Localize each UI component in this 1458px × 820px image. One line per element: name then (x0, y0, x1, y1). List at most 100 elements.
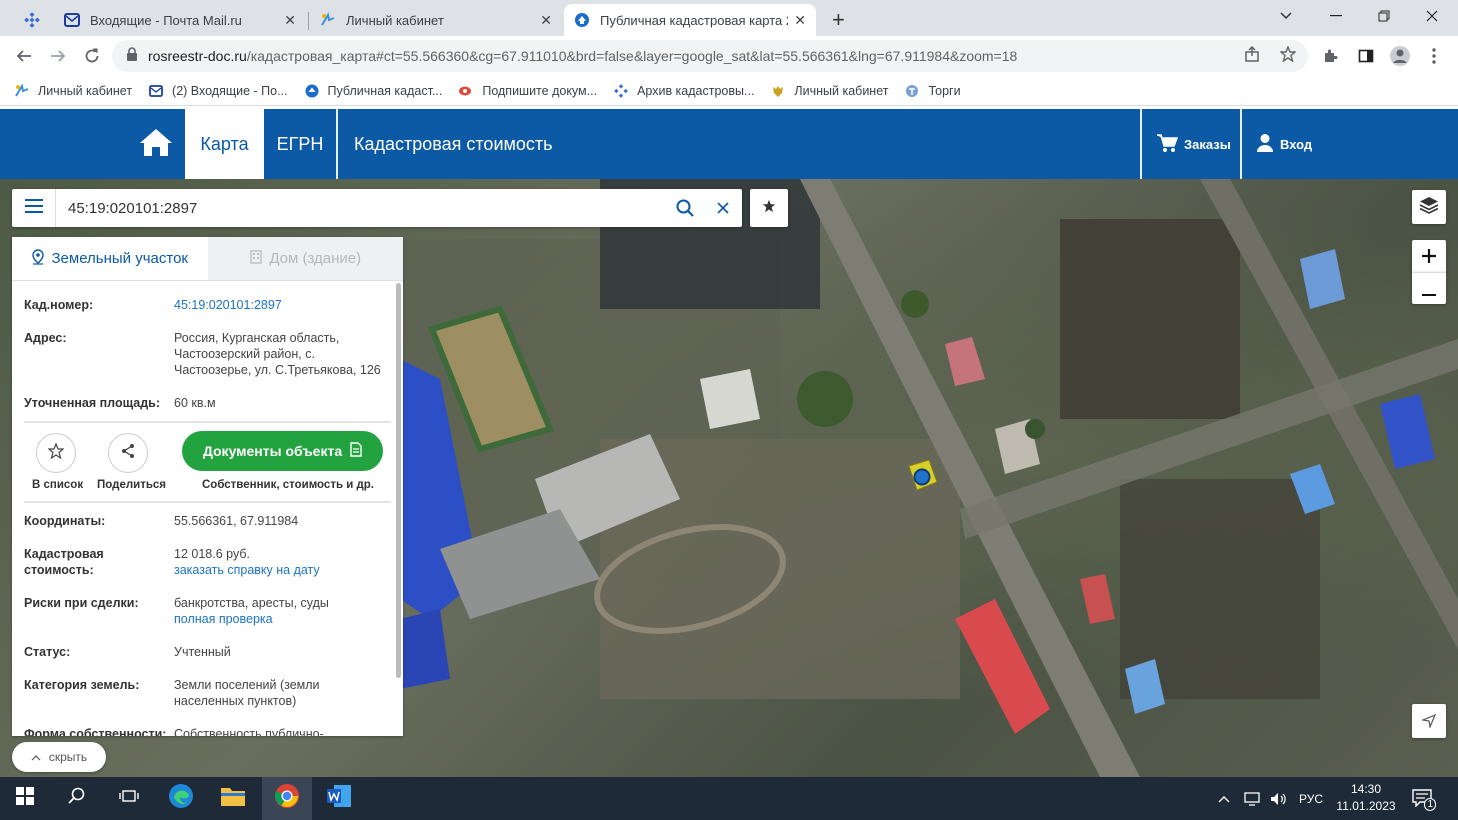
tab-mail[interactable]: Входящие - Почта Mail.ru ✕ (54, 4, 306, 36)
taskbar-chrome[interactable] (262, 777, 312, 820)
close-icon[interactable]: ✕ (794, 12, 806, 29)
location-pin-icon (31, 248, 45, 269)
login-label: Вход (1280, 136, 1313, 152)
menu-button[interactable] (12, 189, 56, 227)
bookmark-item[interactable]: (2) Входящие - По... (148, 83, 288, 99)
hide-panel-button[interactable]: скрыть (12, 742, 106, 772)
notifications-button[interactable]: 1 (1412, 777, 1436, 820)
lock-icon[interactable] (126, 46, 138, 66)
bookmark-star-icon[interactable] (1279, 45, 1297, 66)
bookmark-item[interactable]: Личный кабинет (14, 83, 132, 99)
bookmark-label: Подпишите докум... (482, 83, 598, 98)
address-value: Россия, Курганская область, Частоозерски… (174, 331, 381, 377)
share-button[interactable] (108, 433, 148, 473)
restore-button[interactable] (1360, 0, 1408, 32)
tab-building[interactable]: Дом (здание) (207, 237, 403, 280)
share-page-icon[interactable] (1244, 45, 1260, 66)
clear-search-icon[interactable] (704, 189, 742, 227)
new-tab-button[interactable]: + (822, 4, 856, 36)
cad-number-link[interactable]: 45:19:020101:2897 (174, 297, 391, 313)
close-icon[interactable]: ✕ (284, 12, 296, 29)
tab-separator (308, 12, 309, 30)
geolocation-button[interactable] (1412, 704, 1446, 738)
system-clock[interactable]: 14:30 11.01.2023 (1334, 781, 1398, 815)
notification-icon: 1 (1412, 788, 1436, 811)
status-value: Учтенный (174, 645, 231, 659)
bookmark-item[interactable]: Подпишите докум... (458, 83, 597, 99)
search-icon[interactable] (666, 189, 704, 227)
nav-tab-cadastral-value[interactable]: Кадастровая стоимость (338, 109, 569, 179)
browser-menu-icon[interactable] (1422, 44, 1446, 68)
rosreestr-icon (304, 83, 320, 99)
tab-list-chevron-icon[interactable] (1262, 0, 1310, 32)
panel-scrollbar[interactable] (396, 283, 401, 678)
gosuslugi-icon (14, 83, 30, 99)
search-input[interactable] (56, 199, 666, 217)
close-window-button[interactable] (1408, 0, 1456, 32)
url-domain: rosreestr-doc.ru (148, 48, 247, 64)
field-label: Кад.номер: (24, 298, 94, 312)
add-to-list-button[interactable] (36, 433, 76, 473)
taskbar-file-explorer[interactable] (208, 777, 258, 820)
home-button[interactable] (130, 109, 182, 179)
nav-tab-egrn[interactable]: ЕГРН (264, 109, 336, 179)
emblem-icon (770, 83, 786, 99)
network-icon[interactable] (1244, 777, 1262, 820)
nav-divider (1240, 109, 1242, 179)
zoom-out-button[interactable] (1412, 272, 1446, 304)
bookmark-item[interactable]: Личный кабинет (770, 83, 888, 99)
bookmark-item[interactable]: Торги (904, 83, 961, 99)
task-view-icon (119, 788, 139, 809)
show-hidden-icons[interactable] (1218, 777, 1230, 820)
tab-title: Входящие - Почта Mail.ru (90, 12, 242, 28)
input-language[interactable]: РУС (1299, 777, 1323, 820)
nav-tab-map[interactable]: Карта (185, 109, 264, 179)
full-check-link[interactable]: полная проверка (174, 611, 391, 627)
plus-icon (1422, 243, 1436, 269)
taskbar-word[interactable] (314, 777, 364, 820)
bookmark-item[interactable]: Публичная кадаст... (304, 83, 442, 99)
minimize-button[interactable] (1312, 0, 1360, 32)
back-button[interactable] (12, 44, 36, 68)
close-icon[interactable]: ✕ (540, 12, 552, 29)
tab-land-plot[interactable]: Земельный участок (12, 237, 208, 280)
document-icon (350, 442, 362, 460)
cart-icon (1156, 133, 1179, 156)
signature-icon (458, 83, 474, 99)
hamburger-icon (24, 198, 43, 218)
documents-label: Документы объекта (202, 443, 343, 459)
star-icon (762, 199, 776, 218)
field-label: Адрес: (24, 331, 67, 345)
parcel-marker[interactable] (903, 460, 943, 496)
browser-tab-bar: Входящие - Почта Mail.ru ✕ Личный кабине… (0, 0, 1458, 36)
reload-button[interactable] (80, 44, 104, 68)
taskbar-edge[interactable] (156, 777, 206, 820)
bookmark-label: Личный кабинет (794, 83, 889, 98)
orders-button[interactable]: Заказы (1156, 109, 1231, 179)
start-button[interactable] (0, 777, 50, 820)
zoom-in-button[interactable] (1412, 240, 1446, 272)
order-certificate-link[interactable]: заказать справку на дату (174, 562, 391, 578)
field-label: Форма собственности: (24, 727, 167, 736)
bookmark-item[interactable]: Архив кадастровы... (613, 83, 754, 99)
taskbar-search-button[interactable] (52, 777, 102, 820)
omnibox-actions (1244, 45, 1297, 66)
side-panel-icon[interactable] (1354, 44, 1378, 68)
favorites-button[interactable] (750, 189, 788, 227)
tab-search-button[interactable] (14, 4, 48, 36)
layers-button[interactable] (1412, 190, 1446, 224)
row-status: Статус: Учтенный (12, 644, 403, 660)
tab-cadastral-map[interactable]: Публичная кадастровая карта 2 ✕ (564, 4, 816, 36)
forward-button[interactable] (46, 44, 70, 68)
windows-taskbar: РУС 14:30 11.01.2023 1 (0, 777, 1458, 820)
url-field[interactable]: rosreestr-doc.ru/кадастровая_карта#ct=55… (112, 40, 1308, 72)
object-documents-button[interactable]: Документы объекта (182, 431, 383, 471)
row-cad-number: Кад.номер: 45:19:020101:2897 (12, 297, 403, 313)
login-button[interactable]: Вход (1256, 109, 1312, 179)
tab-personal-cabinet[interactable]: Личный кабинет ✕ (310, 4, 562, 36)
task-view-button[interactable] (104, 777, 154, 820)
extensions-icon[interactable] (1318, 44, 1342, 68)
volume-icon[interactable] (1270, 777, 1288, 820)
profile-avatar[interactable] (1388, 44, 1412, 68)
field-label: Риски при сделки: (24, 596, 139, 610)
